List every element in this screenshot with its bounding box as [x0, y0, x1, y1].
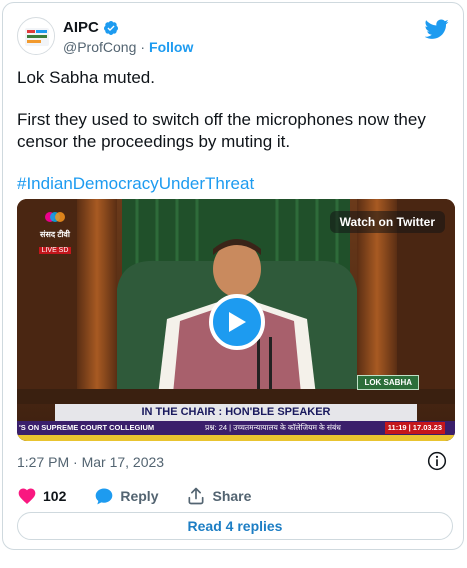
ticker-time: 11:19 | 17.03.23: [384, 422, 445, 434]
tweet-card: AIPC @ProfCong · Follow Lok Sabha muted.…: [2, 2, 464, 550]
like-count: 102: [43, 488, 67, 504]
channel-name: संसद टीवी: [40, 230, 70, 239]
ticker-strip: [17, 435, 455, 441]
share-label: Share: [212, 488, 252, 504]
read-replies-button[interactable]: Read 4 replies: [17, 512, 453, 540]
reply-bubble-icon: [96, 488, 113, 505]
channel-logo-icon: [45, 212, 65, 222]
like-button[interactable]: 102: [17, 486, 66, 506]
play-button[interactable]: [209, 294, 265, 350]
reply-label: Reply: [120, 488, 159, 504]
tweet-timestamp[interactable]: 1:27 PM · Mar 17, 2023: [17, 454, 164, 470]
handle-separator: ·: [140, 39, 146, 55]
tweet-header: AIPC @ProfCong · Follow: [17, 15, 449, 59]
tweet-actions: 102 Reply Share: [17, 486, 279, 506]
author-name-row: AIPC: [63, 19, 119, 36]
follow-link[interactable]: Follow: [149, 39, 193, 55]
verified-badge-icon: [103, 20, 118, 35]
news-ticker: 'S ON SUPREME COURT COLLEGIUM प्रश्न: 24…: [17, 421, 455, 435]
author-handle-row: @ProfCong · Follow: [63, 39, 193, 55]
tweet-text-line1: Lok Sabha muted.: [17, 68, 155, 87]
reply-button[interactable]: Reply: [94, 486, 158, 506]
share-icon: [188, 487, 204, 505]
ticker-mid-text: प्रश्न: 24 | उच्चतमन्यायालय के कॉलेजियम …: [205, 423, 341, 432]
chair-banner: IN THE CHAIR : HON'BLE SPEAKER: [55, 404, 417, 421]
live-tag: LIVE SD: [38, 247, 72, 254]
watch-on-twitter-button[interactable]: Watch on Twitter: [329, 211, 445, 233]
author-handle[interactable]: @ProfCong: [63, 39, 136, 55]
ticker-left-text: 'S ON SUPREME COURT COLLEGIUM: [19, 423, 155, 432]
twitter-bird-icon[interactable]: [425, 17, 449, 41]
author-avatar[interactable]: [17, 17, 55, 55]
loksabha-tag: LOK SABHA: [357, 375, 419, 390]
hashtag-link[interactable]: #IndianDemocracyUnderThreat: [17, 173, 445, 195]
author-name[interactable]: AIPC: [63, 19, 99, 36]
share-button[interactable]: Share: [186, 486, 251, 506]
play-icon: [229, 312, 246, 332]
video-player[interactable]: संसद टीवी LIVE SD Watch on Twitter LOK S…: [17, 199, 455, 441]
channel-logo: संसद टीवी LIVE SD: [37, 209, 73, 257]
info-icon[interactable]: [427, 451, 447, 471]
tweet-text: Lok Sabha muted. First they used to swit…: [17, 67, 445, 195]
tweet-text-line2: First they used to switch off the microp…: [17, 110, 426, 151]
heart-icon: [18, 488, 36, 504]
